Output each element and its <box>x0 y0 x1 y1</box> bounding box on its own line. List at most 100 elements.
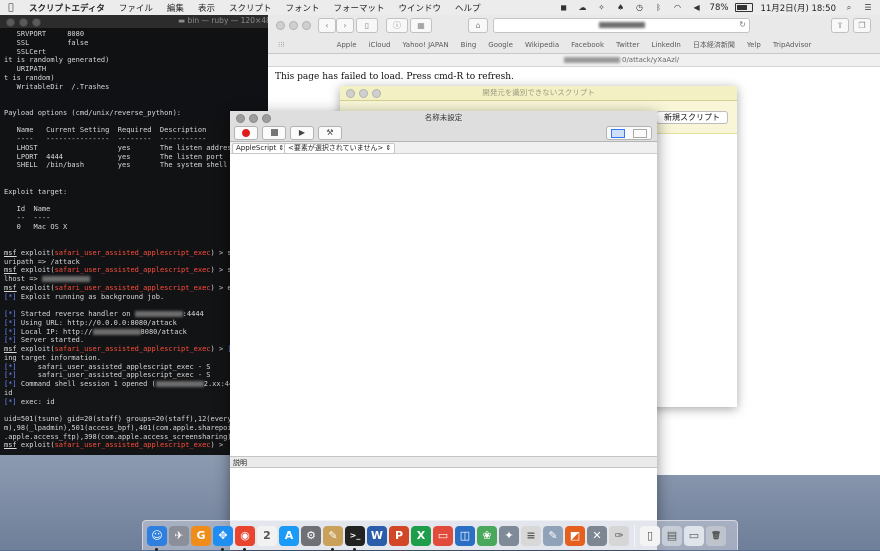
wand-icon[interactable]: ✦ <box>499 525 519 546</box>
menu-script[interactable]: スクリプト <box>222 2 279 14</box>
element-selector[interactable]: <要素が選択されていません> ⇕ <box>284 143 396 154</box>
office-app-icon[interactable]: ◩ <box>565 525 585 546</box>
downloads-folder-icon[interactable]: ▭ <box>684 525 704 546</box>
terminal-titlebar[interactable]: ▬ bin — ruby — 120×48 <box>0 15 268 29</box>
zoom-button[interactable] <box>302 21 311 30</box>
new-script-button[interactable]: 新規スクリプト <box>656 111 728 124</box>
close-button[interactable] <box>236 114 245 123</box>
favorite-item[interactable]: Yelp <box>747 38 761 52</box>
stop-button[interactable] <box>262 126 286 140</box>
close-button[interactable] <box>346 89 355 98</box>
tab-url[interactable]: 0/attack/yXaAzl/ <box>564 54 679 66</box>
script-editor-icon[interactable]: ✎ <box>323 525 343 551</box>
spotlight-search-icon[interactable]: ⌕ <box>843 3 855 12</box>
safari-icon[interactable]: ✥ <box>213 525 233 551</box>
description-bar[interactable]: 説明 <box>230 456 657 468</box>
menu-help[interactable]: ヘルプ <box>448 2 488 14</box>
battery-icon[interactable] <box>735 3 754 12</box>
minimize-button[interactable] <box>359 89 368 98</box>
chrome-icon[interactable]: ◉ <box>235 525 255 551</box>
menu-edit[interactable]: 編集 <box>160 2 191 14</box>
forward-button[interactable]: › <box>336 18 354 33</box>
preview-icon[interactable]: ▤ <box>662 525 682 546</box>
terminal-output[interactable]: SRVPORT 8080 SSL false SSLCert it is rand… <box>0 29 268 451</box>
top-sites-button[interactable]: ▦ <box>410 18 432 33</box>
minimize-button[interactable] <box>249 114 258 123</box>
zoom-button[interactable] <box>262 114 271 123</box>
favorite-item[interactable]: Bing <box>461 38 477 52</box>
tab-bar[interactable]: 0/attack/yXaAzl/ <box>268 54 880 67</box>
finder-icon[interactable]: ☺ <box>147 525 167 551</box>
close-button[interactable] <box>6 18 15 27</box>
minimize-button[interactable] <box>19 18 28 27</box>
volume-icon[interactable]: ◀ <box>691 3 703 12</box>
word-icon[interactable]: W <box>367 525 387 546</box>
compile-button[interactable]: ⚒ <box>318 126 342 140</box>
unknown-script-titlebar[interactable]: 開発元を識別できないスクリプト <box>340 86 737 101</box>
menu-font[interactable]: フォント <box>278 2 326 14</box>
textedit-icon[interactable]: ≡ <box>521 525 541 546</box>
battery-percent[interactable]: 78% <box>710 3 729 13</box>
favorite-item[interactable]: Apple <box>337 38 357 52</box>
script-editor-window[interactable]: 名称未設定 ▶ ⚒ AppleScript ⇕ <要素が選択されていません> ⇕… <box>230 111 657 550</box>
menu-window[interactable]: ウインドウ <box>392 2 449 14</box>
bluetooth-icon[interactable]: ᛒ <box>653 3 665 12</box>
run-button[interactable]: ▶ <box>290 126 314 140</box>
terminal-icon[interactable]: >_ <box>345 525 365 551</box>
gnome-app-icon[interactable]: G <box>191 525 211 546</box>
favorite-item[interactable]: Facebook <box>571 38 604 52</box>
reload-icon[interactable]: ↻ <box>739 20 746 29</box>
favorite-item[interactable]: Yahoo! JAPAN <box>402 38 448 52</box>
menu-file[interactable]: ファイル <box>112 2 160 14</box>
time-machine-icon[interactable]: ◷ <box>634 3 646 12</box>
zoom-button[interactable] <box>372 89 381 98</box>
wifi-icon[interactable]: ◠ <box>672 3 684 12</box>
address-bar[interactable]: ↻ <box>493 18 750 33</box>
script-text-area[interactable]: 説明 <box>230 154 657 520</box>
home-button[interactable]: ⌂ <box>468 18 488 33</box>
share-button[interactable]: ⇪ <box>831 18 849 33</box>
bottom-pane-icon[interactable] <box>611 129 625 138</box>
favorite-item[interactable]: Twitter <box>616 38 639 52</box>
calendar-icon[interactable]: 2 <box>257 525 277 546</box>
xcode-icon[interactable]: ✕ <box>587 525 607 546</box>
coda-icon[interactable]: ❀ <box>477 525 497 546</box>
minimize-button[interactable] <box>289 21 298 30</box>
favorite-item[interactable]: LinkedIn <box>651 38 680 52</box>
script-editor-titlebar[interactable]: 名称未設定 <box>230 111 657 125</box>
favorite-item[interactable]: Google <box>488 38 513 52</box>
powerpoint-icon[interactable]: P <box>389 525 409 546</box>
notification-center-icon[interactable]: ☰ <box>862 3 874 12</box>
document-icon[interactable]: ▯ <box>640 525 660 546</box>
dropbox-icon[interactable]: ✧ <box>596 3 608 12</box>
status-icon[interactable]: ◼ <box>558 3 570 12</box>
notes-icon[interactable]: ✎ <box>543 525 563 546</box>
language-selector[interactable]: AppleScript ⇕ <box>232 143 289 154</box>
record-button[interactable] <box>234 126 258 140</box>
favorite-item[interactable]: TripAdvisor <box>773 38 812 52</box>
close-button[interactable] <box>276 21 285 30</box>
favorite-item[interactable]: Wikipedia <box>525 38 559 52</box>
menubar-datetime[interactable]: 11月2日(月) 18:50 <box>760 2 836 14</box>
trash-icon[interactable]: 🗑 <box>706 525 726 546</box>
pages-icon[interactable]: ✑ <box>609 525 629 546</box>
remote-desktop-icon[interactable]: ◫ <box>455 525 475 546</box>
app-store-icon[interactable]: A <box>279 525 299 546</box>
reader-button[interactable]: ⓘ <box>386 18 408 33</box>
presentation-icon[interactable]: ▭ <box>433 525 453 546</box>
launchpad-icon[interactable]: ✈ <box>169 525 189 546</box>
favorite-item[interactable]: iCloud <box>369 38 391 52</box>
tabs-button[interactable]: ❐ <box>853 18 871 33</box>
side-pane-icon[interactable] <box>633 129 647 138</box>
menu-format[interactable]: フォーマット <box>326 2 391 14</box>
back-button[interactable]: ‹ <box>318 18 336 33</box>
system-preferences-icon[interactable]: ⚙ <box>301 525 321 546</box>
terminal-window[interactable]: ▬ bin — ruby — 120×48 SRVPORT 8080 SSL f… <box>0 15 268 455</box>
excel-icon[interactable]: X <box>411 525 431 546</box>
show-all-bookmarks-icon[interactable]: ⁝⁝⁝ <box>278 38 285 52</box>
sidebar-button[interactable]: ▯ <box>356 18 378 33</box>
menu-app-name[interactable]: スクリプトエディタ <box>22 2 112 14</box>
pane-toggle[interactable] <box>606 126 652 140</box>
favorite-item[interactable]: 日本経済新聞 <box>693 38 735 52</box>
cloud-icon[interactable]: ☁ <box>577 3 589 12</box>
